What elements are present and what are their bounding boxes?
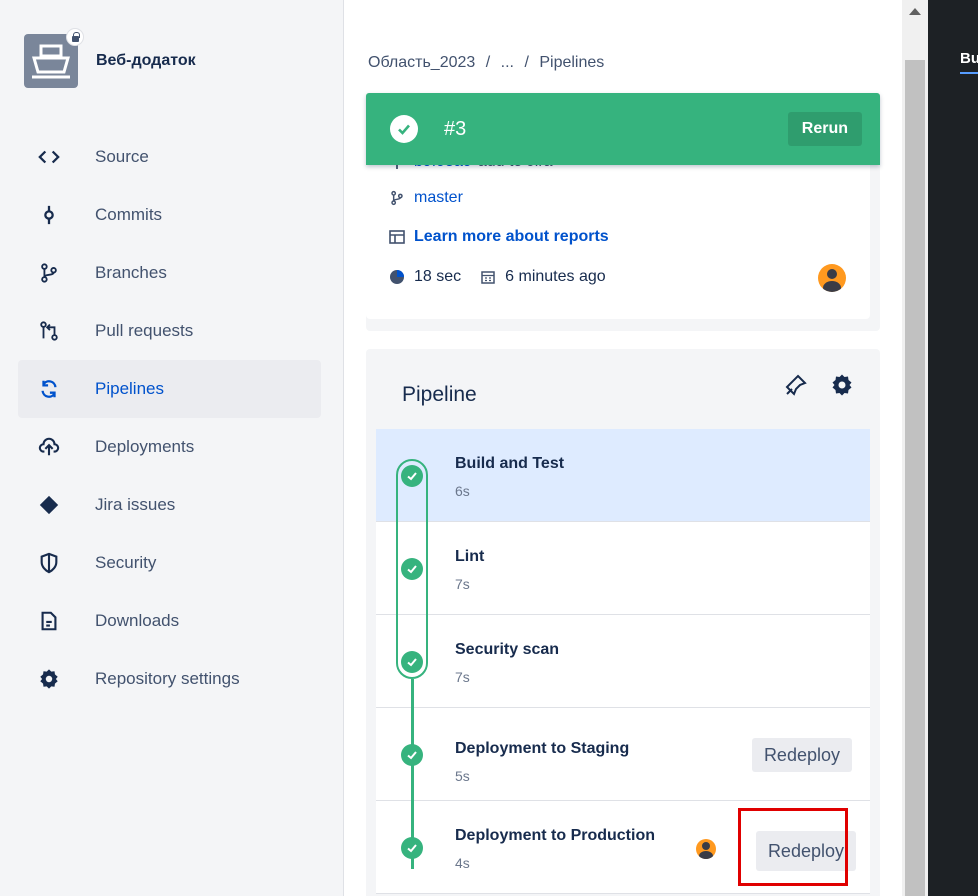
- right-panel-tab[interactable]: Bu: [960, 50, 978, 67]
- jira-icon: [34, 494, 64, 516]
- success-check-icon: [401, 558, 423, 580]
- rerun-button[interactable]: Rerun: [787, 112, 862, 146]
- branch-row: master: [388, 189, 463, 207]
- sidebar-item-deployments[interactable]: Deployments: [18, 418, 321, 476]
- pipelines-icon: [34, 378, 64, 400]
- run-started: 6 minutes ago: [505, 268, 606, 285]
- report-icon: [388, 230, 406, 244]
- sidebar-item-label: Source: [95, 147, 149, 166]
- step-name: Lint: [455, 548, 485, 565]
- run-summary-card: b9f95a9 add to Jira master Learn more ab…: [366, 93, 880, 331]
- repo-avatar: [24, 28, 84, 88]
- step-duration: 7s: [455, 669, 470, 685]
- vertical-scrollbar[interactable]: [902, 0, 928, 896]
- avatar[interactable]: [818, 264, 846, 292]
- gear-icon[interactable]: [830, 373, 854, 402]
- scroll-up-arrow-icon[interactable]: [909, 8, 921, 15]
- run-details: b9f95a9 add to Jira master Learn more ab…: [366, 153, 870, 319]
- success-check-icon: [401, 744, 423, 766]
- redeploy-staging-button[interactable]: Redeploy: [751, 738, 852, 772]
- success-check-icon: [401, 651, 423, 673]
- calendar-icon: [479, 270, 497, 284]
- step-name: Build and Test: [455, 455, 565, 472]
- pipeline-actions: [784, 373, 854, 402]
- sidebar-nav: Source Commits Branches Pull requests Pi…: [18, 128, 321, 708]
- avatar[interactable]: [696, 839, 716, 859]
- breadcrumb: Область_2023 / ... / Pipelines: [368, 54, 610, 72]
- sidebar-item-jira-issues[interactable]: Jira issues: [18, 476, 321, 534]
- step-duration: 6s: [455, 483, 470, 499]
- clock-icon: [388, 269, 406, 285]
- sidebar-item-label: Downloads: [95, 611, 180, 630]
- branch-icon: [34, 262, 64, 284]
- step-duration: 4s: [455, 855, 470, 871]
- pin-icon[interactable]: [784, 373, 808, 402]
- run-status-header: #3 Rerun: [366, 93, 880, 165]
- gear-icon: [34, 668, 64, 690]
- success-check-icon: [401, 465, 423, 487]
- highlight-annotation: [738, 808, 848, 886]
- repo-name[interactable]: Веб-додаток: [96, 52, 196, 70]
- file-icon: [34, 610, 64, 632]
- step-deployment-staging[interactable]: Deployment to Staging 5s Redeploy: [376, 708, 870, 801]
- timing-row: 18 sec 6 minutes ago: [388, 268, 606, 286]
- sidebar: Веб-додаток Source Commits Branches Pull…: [0, 0, 344, 896]
- reports-row: Learn more about reports: [388, 228, 609, 246]
- breadcrumb-ellipsis[interactable]: ...: [501, 54, 514, 71]
- step-lint[interactable]: Lint 7s: [376, 522, 870, 615]
- step-duration: 7s: [455, 576, 470, 592]
- sidebar-item-label: Pull requests: [95, 321, 194, 340]
- sidebar-item-label: Pipelines: [95, 379, 164, 398]
- cloud-upload-icon: [34, 436, 64, 458]
- sidebar-item-pipelines[interactable]: Pipelines: [18, 360, 321, 418]
- sidebar-item-label: Commits: [95, 205, 163, 224]
- shield-icon: [34, 552, 64, 574]
- step-build-and-test[interactable]: Build and Test 6s: [376, 429, 870, 522]
- right-panel: Bu: [928, 0, 978, 896]
- pipeline-title: Pipeline: [402, 383, 477, 406]
- sidebar-item-label: Branches: [95, 263, 167, 282]
- sidebar-item-source[interactable]: Source: [18, 128, 321, 186]
- step-duration: 5s: [455, 768, 470, 784]
- lock-icon: [66, 28, 84, 46]
- sidebar-item-commits[interactable]: Commits: [18, 186, 321, 244]
- code-icon: [34, 146, 64, 168]
- sidebar-item-label: Deployments: [95, 437, 195, 456]
- learn-more-reports-link[interactable]: Learn more about reports: [414, 228, 609, 246]
- repo-header[interactable]: Веб-додаток: [24, 28, 196, 88]
- breadcrumb-separator: /: [524, 54, 529, 71]
- run-duration: 18 sec: [414, 268, 462, 285]
- sidebar-item-branches[interactable]: Branches: [18, 244, 321, 302]
- scrollbar-thumb[interactable]: [905, 60, 925, 896]
- sidebar-item-label: Security: [95, 553, 157, 572]
- branch-link[interactable]: master: [414, 189, 463, 207]
- success-check-icon: [390, 115, 418, 143]
- breadcrumb-workspace[interactable]: Область_2023: [368, 54, 475, 71]
- branch-icon: [388, 190, 406, 206]
- run-number: #3: [444, 117, 467, 140]
- sidebar-item-repository-settings[interactable]: Repository settings: [18, 650, 321, 708]
- step-security-scan[interactable]: Security scan 7s: [376, 615, 870, 708]
- sidebar-item-pull-requests[interactable]: Pull requests: [18, 302, 321, 360]
- sidebar-item-label: Repository settings: [95, 669, 240, 688]
- pull-request-icon: [34, 320, 64, 342]
- breadcrumb-current[interactable]: Pipelines: [539, 54, 604, 71]
- step-name: Security scan: [455, 641, 560, 658]
- step-name: Deployment to Staging: [455, 740, 630, 757]
- success-check-icon: [401, 837, 423, 859]
- tab-underline: [960, 72, 978, 74]
- sidebar-item-security[interactable]: Security: [18, 534, 321, 592]
- main-content: Область_2023 / ... / Pipelines b9f95a9 a…: [344, 0, 902, 896]
- sidebar-item-label: Jira issues: [95, 495, 176, 514]
- sidebar-item-downloads[interactable]: Downloads: [18, 592, 321, 650]
- commit-icon: [34, 204, 64, 226]
- breadcrumb-separator: /: [485, 54, 491, 71]
- step-name: Deployment to Production: [455, 827, 655, 844]
